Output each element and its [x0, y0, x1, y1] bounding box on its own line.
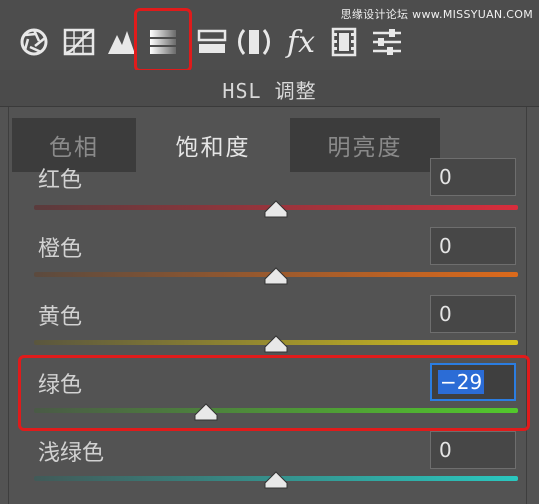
saturation-value-aqua[interactable]: 0 [430, 431, 516, 469]
hsl-panel: fx 思缘设计论坛 www.MISSYUAN.COM HSL 调整 色相 饱和度… [0, 0, 539, 504]
effects-fx-icon[interactable]: fx [283, 22, 319, 62]
saturation-value-yellow[interactable]: 0 [430, 295, 516, 333]
green-slider-annotation [18, 355, 530, 431]
split-toning-icon[interactable] [194, 22, 230, 62]
slider-row-yellow: 黄色 0 [0, 293, 539, 361]
slider-row-red: 红色 0 [0, 158, 539, 228]
panel-toolbar: fx 思缘设计论坛 www.MISSYUAN.COM [0, 0, 539, 72]
basic-aperture-icon[interactable] [16, 22, 52, 62]
watermark-text: 思缘设计论坛 www.MISSYUAN.COM [340, 8, 533, 21]
saturation-value-orange[interactable]: 0 [430, 227, 516, 265]
slider-row-aqua: 浅绿色 0 [0, 429, 539, 504]
slider-label: 浅绿色 [38, 441, 105, 466]
saturation-value-red[interactable]: 0 [430, 158, 516, 196]
panel-title: HSL 调整 [222, 79, 317, 103]
lens-correction-icon[interactable] [236, 22, 272, 62]
panel-header: HSL 调整 [0, 70, 539, 107]
slider-label: 黄色 [38, 305, 83, 330]
presets-icon[interactable] [369, 22, 405, 62]
tone-curve-icon[interactable] [61, 22, 97, 62]
camera-calibration-icon[interactable] [326, 22, 362, 62]
slider-row-orange: 橙色 0 [0, 225, 539, 293]
slider-label: 红色 [38, 168, 83, 193]
selected-tool-annotation [134, 8, 192, 72]
slider-label: 橙色 [38, 237, 83, 262]
